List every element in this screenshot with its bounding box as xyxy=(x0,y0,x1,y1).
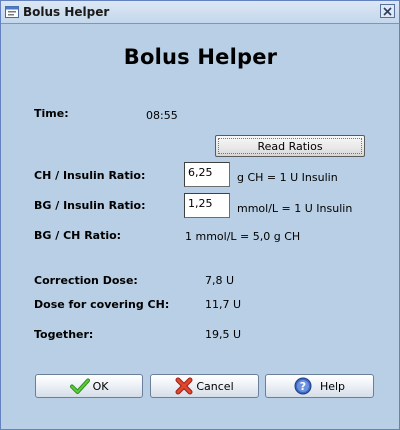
cancel-label: Cancel xyxy=(196,379,234,393)
page-title: Bolus Helper xyxy=(123,45,278,69)
time-label: Time: xyxy=(34,107,69,120)
window-title: Bolus Helper xyxy=(23,5,110,19)
time-value: 08:55 xyxy=(146,109,178,122)
svg-text:?: ? xyxy=(300,380,306,393)
title-bar[interactable]: Bolus Helper xyxy=(1,1,399,24)
focus-ring xyxy=(218,138,362,154)
ch-insulin-unit: g CH = 1 U Insulin xyxy=(237,171,338,184)
close-button[interactable] xyxy=(380,4,395,18)
covering-dose-label: Dose for covering CH: xyxy=(34,298,170,311)
ok-button[interactable]: OK xyxy=(35,374,143,398)
covering-dose-value: 11,7 U xyxy=(205,298,242,311)
bg-insulin-label: BG / Insulin Ratio: xyxy=(34,199,146,212)
dialog-content: Bolus Helper Time: 08:55 Read Ratios CH … xyxy=(6,25,395,425)
ch-insulin-input[interactable]: 6,25 xyxy=(184,162,230,187)
ok-label: OK xyxy=(92,379,109,393)
read-ratios-button[interactable]: Read Ratios xyxy=(215,135,365,157)
bg-ch-value: 1 mmol/L = 5,0 g CH xyxy=(185,230,301,243)
question-icon: ? xyxy=(294,377,312,395)
cancel-button[interactable]: Cancel xyxy=(150,374,259,398)
correction-dose-label: Correction Dose: xyxy=(34,274,138,287)
close-icon xyxy=(383,6,392,16)
dialog-window: Bolus Helper Bolus Helper Time: 08:55 Re… xyxy=(0,0,400,430)
ch-insulin-label: CH / Insulin Ratio: xyxy=(34,169,146,182)
help-label: Help xyxy=(319,379,346,393)
bg-ch-label: BG / CH Ratio: xyxy=(34,229,122,242)
together-label: Together: xyxy=(34,328,94,341)
x-icon xyxy=(175,377,193,395)
help-button[interactable]: ? Help xyxy=(265,374,374,398)
bg-insulin-unit: mmol/L = 1 U Insulin xyxy=(237,202,353,215)
bg-insulin-input[interactable]: 1,25 xyxy=(184,193,230,218)
checkmark-icon xyxy=(69,378,90,394)
correction-dose-value: 7,8 U xyxy=(205,274,235,287)
app-icon xyxy=(5,6,19,18)
together-value: 19,5 U xyxy=(205,328,242,341)
